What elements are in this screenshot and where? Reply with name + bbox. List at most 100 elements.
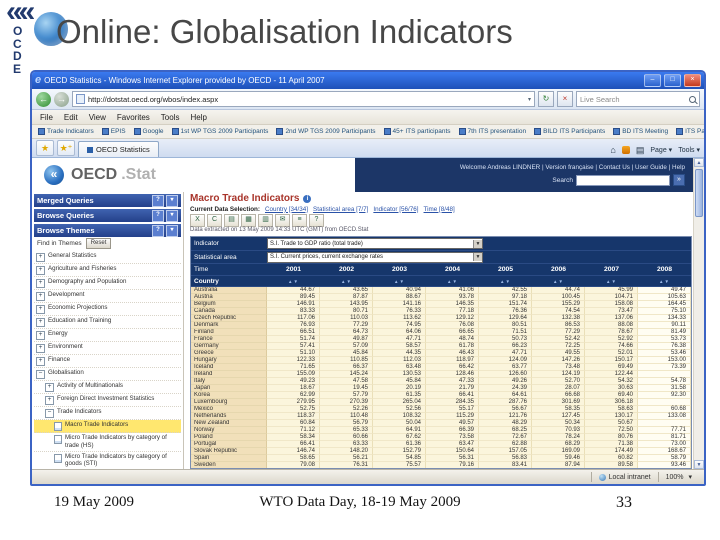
- expand-icon[interactable]: +: [36, 253, 45, 262]
- menu-item-view[interactable]: View: [89, 113, 106, 122]
- theme-tree-item[interactable]: + Energy: [34, 329, 181, 342]
- scrollbar-thumb[interactable]: [695, 169, 703, 217]
- expand-icon[interactable]: +: [36, 357, 45, 366]
- area-dropdown-icon[interactable]: ▼: [473, 253, 482, 261]
- document-icon[interactable]: [54, 453, 62, 463]
- favorites-center-icon[interactable]: ★: [36, 140, 54, 156]
- theme-tree-item[interactable]: + Demography and Population: [34, 277, 181, 290]
- sort-controls-cell[interactable]: ▲▼: [320, 278, 373, 285]
- expand-icon[interactable]: +: [45, 383, 54, 392]
- expand-icon[interactable]: +: [36, 344, 45, 353]
- selection-link[interactable]: Time [8/48]: [424, 206, 455, 213]
- area-select[interactable]: S.I. Current prices, current exchange ra…: [267, 251, 483, 263]
- favorites-bar-link[interactable]: EPIS: [101, 128, 126, 135]
- favorites-bar-link[interactable]: Google: [133, 128, 164, 135]
- sort-desc-icon[interactable]: ▼: [559, 279, 564, 284]
- sort-desc-icon[interactable]: ▼: [612, 279, 617, 284]
- site-search-input[interactable]: [576, 174, 670, 186]
- menu-item-help[interactable]: Help: [190, 113, 206, 122]
- theme-tree-item[interactable]: + Economic Projections: [34, 303, 181, 316]
- sidebar-section-header[interactable]: Browse Queries? ▾: [34, 209, 181, 222]
- csv-export-icon[interactable]: C: [207, 213, 222, 227]
- indicator-select[interactable]: S.I. Trade to GDP ratio (total trade) ▼: [267, 238, 483, 249]
- browser-tab[interactable]: OECD Statistics: [78, 141, 159, 157]
- expand-icon[interactable]: +: [36, 292, 45, 301]
- chart-icon[interactable]: ▦: [241, 213, 256, 227]
- favorites-bar-link[interactable]: Trade Indicators: [38, 128, 94, 135]
- sidebar-section-header[interactable]: Browse Themes? ▾: [34, 224, 181, 237]
- theme-tree-item[interactable]: − Trade Indicators: [34, 407, 181, 420]
- section-toggle-button[interactable]: ▾: [166, 224, 178, 237]
- expand-icon[interactable]: +: [45, 396, 54, 405]
- menu-item-edit[interactable]: Edit: [64, 113, 78, 122]
- favorites-bar-link[interactable]: BD ITS Meeting: [613, 128, 668, 135]
- table-icon[interactable]: ▥: [258, 213, 273, 227]
- section-help-button[interactable]: ?: [152, 209, 164, 222]
- window-title-bar[interactable]: e OECD Statistics - Windows Internet Exp…: [32, 72, 704, 89]
- scroll-down-icon[interactable]: ▼: [694, 460, 704, 469]
- sort-controls-cell[interactable]: ▲▼: [426, 278, 479, 285]
- theme-tree-item[interactable]: + Agriculture and Fisheries: [34, 264, 181, 277]
- maximize-button[interactable]: □: [664, 74, 681, 87]
- site-search-go-button[interactable]: »: [673, 174, 685, 186]
- sort-desc-icon[interactable]: ▼: [665, 279, 670, 284]
- section-toggle-button[interactable]: ▾: [166, 194, 178, 207]
- sidebar-section-header[interactable]: Merged Queries? ▾: [34, 194, 181, 207]
- section-help-button[interactable]: ?: [152, 224, 164, 237]
- sort-desc-icon[interactable]: ▼: [506, 279, 511, 284]
- theme-tree-item[interactable]: + Activity of Multinationals: [34, 381, 181, 394]
- selection-link[interactable]: Indicator [56/76]: [373, 206, 418, 213]
- menu-item-file[interactable]: File: [40, 113, 53, 122]
- expand-icon[interactable]: +: [36, 305, 45, 314]
- sort-controls-cell[interactable]: ▲▼: [267, 278, 320, 285]
- year-column-header[interactable]: 2002: [320, 266, 373, 273]
- menu-item-favorites[interactable]: Favorites: [117, 113, 150, 122]
- year-column-header[interactable]: 2003: [373, 266, 426, 273]
- refresh-button[interactable]: ↻: [538, 91, 554, 107]
- theme-tree-item[interactable]: + Development: [34, 290, 181, 303]
- sort-controls-cell[interactable]: ▲▼: [373, 278, 426, 285]
- sort-desc-icon[interactable]: ▼: [400, 279, 405, 284]
- year-column-header[interactable]: 2006: [532, 266, 585, 273]
- theme-tree-item[interactable]: − Globalisation: [34, 368, 181, 381]
- live-search-input[interactable]: Live Search: [576, 91, 700, 107]
- stop-button[interactable]: ×: [557, 91, 573, 107]
- address-dropdown-icon[interactable]: ▾: [528, 96, 531, 103]
- sort-desc-icon[interactable]: ▼: [347, 279, 352, 284]
- sort-desc-icon[interactable]: ▼: [294, 279, 299, 284]
- account-links[interactable]: Welcome Andreas LINDNER | Version frança…: [363, 164, 685, 171]
- minimize-button[interactable]: –: [644, 74, 661, 87]
- favorites-bar-link[interactable]: 2nd WP TGS 2009 Participants: [276, 128, 376, 135]
- year-column-header[interactable]: 2008: [638, 266, 691, 273]
- excel-export-icon[interactable]: X: [190, 213, 205, 227]
- sort-controls-cell[interactable]: ▲▼: [638, 278, 691, 285]
- collapse-icon[interactable]: −: [45, 409, 54, 418]
- section-toggle-button[interactable]: ▾: [166, 209, 178, 222]
- document-icon[interactable]: [54, 435, 62, 444]
- expand-icon[interactable]: +: [36, 318, 45, 327]
- indicator-dropdown-icon[interactable]: ▼: [473, 239, 482, 248]
- year-column-header[interactable]: 2001: [267, 266, 320, 273]
- settings-icon[interactable]: ≡: [292, 213, 307, 227]
- expand-icon[interactable]: +: [36, 331, 45, 340]
- forward-button[interactable]: →: [54, 91, 69, 107]
- favorites-bar-link[interactable]: BILD ITS Participants: [534, 128, 605, 135]
- sort-controls-cell[interactable]: ▲▼: [479, 278, 532, 285]
- favorites-bar-link[interactable]: ITS Participants: [676, 128, 704, 135]
- mail-icon[interactable]: ✉: [275, 213, 290, 227]
- section-help-button[interactable]: ?: [152, 194, 164, 207]
- expand-icon[interactable]: +: [36, 266, 45, 275]
- back-button[interactable]: ←: [36, 91, 51, 107]
- site-brand[interactable]: « OECD .Stat: [32, 165, 156, 185]
- tools-menu[interactable]: Tools ▾: [678, 146, 700, 154]
- page-menu[interactable]: Page ▾: [650, 146, 672, 154]
- theme-tree-item[interactable]: + Foreign Direct Investment Statistics: [34, 394, 181, 407]
- theme-tree-item[interactable]: + Education and Training: [34, 316, 181, 329]
- add-favorite-icon[interactable]: ★⁺: [57, 140, 75, 156]
- scroll-up-icon[interactable]: ▲: [694, 158, 704, 167]
- help-icon[interactable]: ?: [309, 213, 324, 227]
- theme-tree-item[interactable]: + Finance: [34, 355, 181, 368]
- home-icon[interactable]: ⌂: [610, 145, 615, 155]
- zoom-control[interactable]: 100% ▾: [657, 472, 699, 482]
- sort-desc-icon[interactable]: ▼: [453, 279, 458, 284]
